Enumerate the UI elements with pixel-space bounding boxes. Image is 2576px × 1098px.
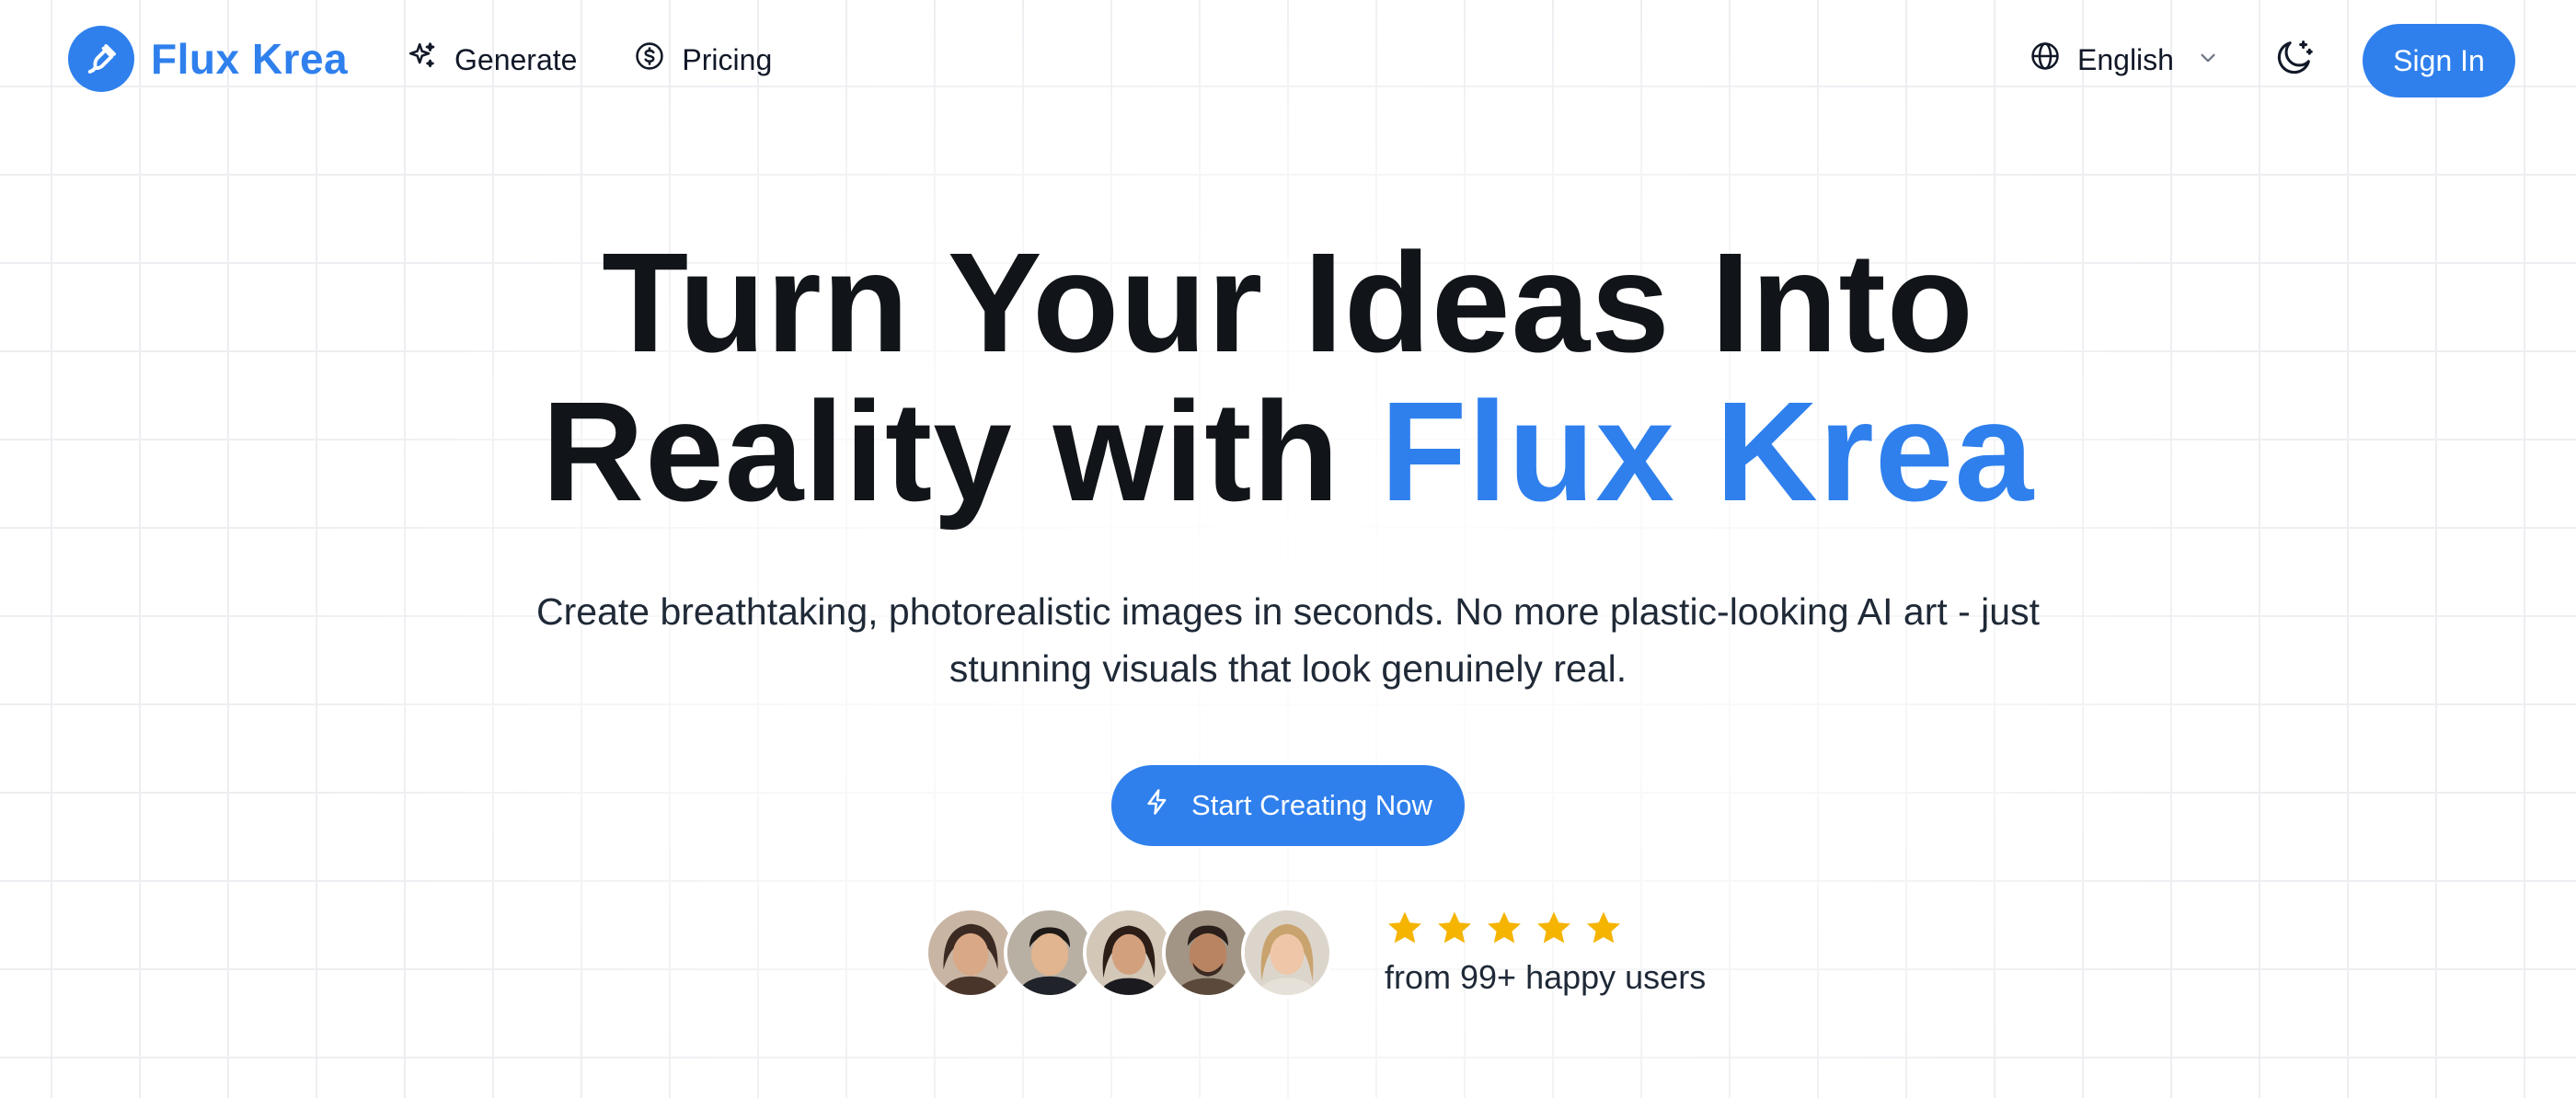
nav-item-pricing[interactable]: Pricing	[634, 40, 772, 79]
star-rating	[1385, 909, 1706, 949]
user-avatar-5	[1241, 907, 1333, 999]
nav-item-generate[interactable]: Generate	[407, 40, 577, 79]
user-avatar-2	[1004, 907, 1096, 999]
brand-name: Flux Krea	[151, 35, 349, 83]
moon-sparkle-icon	[2273, 36, 2316, 83]
hero-section: Turn Your Ideas Into Reality with Flux K…	[0, 228, 2576, 846]
brand-logo-link[interactable]: Flux Krea	[68, 26, 348, 92]
rating-block: from 99+ happy users	[1385, 909, 1706, 997]
cta-label: Start Creating Now	[1191, 789, 1432, 821]
hero-subtitle: Create breathtaking, photorealistic imag…	[536, 590, 2040, 690]
nav-item-label: Generate	[454, 42, 578, 76]
sparkles-icon	[407, 40, 438, 79]
user-avatar-3	[1083, 907, 1175, 999]
theme-toggle-button[interactable]	[2272, 37, 2317, 81]
top-navbar: Flux Krea Generate Pricing English Sign …	[0, 0, 2576, 120]
chevron-down-icon	[2196, 43, 2220, 77]
social-proof: from 99+ happy users	[925, 907, 1706, 999]
hero-title-line1: Turn Your Ideas Into	[602, 223, 1974, 382]
happy-users-text: from 99+ happy users	[1385, 958, 1707, 996]
main-nav: Generate Pricing	[407, 40, 772, 79]
hero-title: Turn Your Ideas Into Reality with Flux K…	[0, 228, 2576, 526]
hero-title-accent: Flux Krea	[1380, 372, 2035, 531]
star-icon	[1587, 911, 1620, 944]
start-creating-button[interactable]: Start Creating Now	[1111, 765, 1465, 846]
star-icon	[1438, 911, 1471, 944]
user-avatar-1	[925, 907, 1017, 999]
language-selector[interactable]: English	[2030, 40, 2220, 79]
star-icon	[1388, 911, 1421, 944]
globe-icon	[2030, 40, 2061, 79]
language-label: English	[2077, 42, 2174, 76]
user-avatar-4	[1162, 907, 1254, 999]
star-icon	[1488, 911, 1521, 944]
star-icon	[1537, 911, 1570, 944]
sign-in-button[interactable]: Sign In	[2363, 24, 2515, 97]
hero-title-line2: Reality with	[541, 372, 1381, 531]
dollar-circle-icon	[634, 40, 665, 79]
lightning-icon	[1144, 786, 1171, 825]
nav-item-label: Pricing	[682, 42, 773, 76]
avatar-stack	[925, 907, 1333, 999]
pen-nib-icon	[68, 26, 134, 92]
